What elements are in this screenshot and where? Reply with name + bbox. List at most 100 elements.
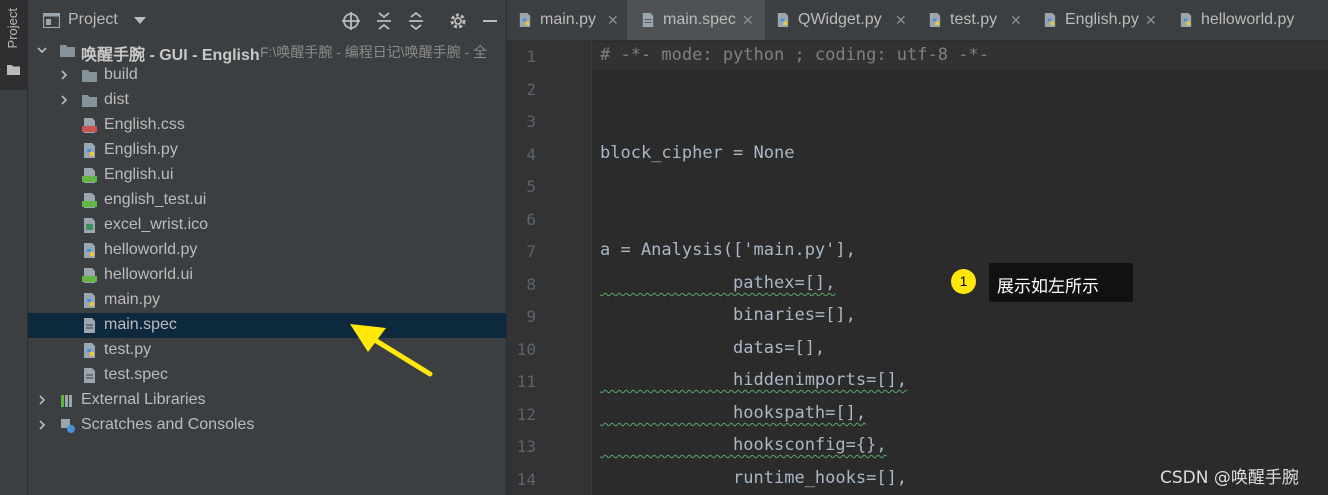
line-number: 10: [516, 340, 536, 359]
chevron-right-icon[interactable]: [58, 69, 70, 81]
tree-item-helloworld-py[interactable]: helloworld.py: [28, 238, 506, 263]
tree-item-label: test.spec: [104, 366, 169, 383]
tree-item-excel-wrist-ico[interactable]: excel_wrist.ico: [28, 213, 506, 238]
tab-qwidget-py[interactable]: QWidget.py ✕: [765, 0, 915, 40]
code-line[interactable]: hiddenimports=[],: [600, 370, 907, 390]
tree-item-label: test.py: [104, 341, 152, 358]
tree-item-root[interactable]: 唤醒手腕 - GUI - English F:\唤醒手腕 - 编程日记\唤醒手腕…: [28, 38, 506, 64]
chevron-right-icon[interactable]: [58, 94, 70, 106]
line-number: 12: [516, 405, 536, 424]
code-line[interactable]: binaries=[],: [600, 305, 856, 325]
code-line[interactable]: hooksconfig={},: [600, 435, 887, 455]
project-tool-tab-label: Project: [5, 8, 20, 49]
python-file-icon: [519, 12, 531, 28]
tree-item-label: excel_wrist.ico: [104, 216, 209, 233]
qt-file-icon: [82, 268, 97, 283]
callout-text: 展示如左所示: [997, 277, 1099, 297]
line-number: 5: [526, 177, 536, 196]
code-line[interactable]: block_cipher = None: [600, 143, 794, 163]
tab-label: main.spec: [663, 11, 736, 28]
line-number-gutter: [507, 41, 591, 495]
tree-item-build[interactable]: build: [28, 63, 506, 88]
tab-main-spec[interactable]: main.spec ✕: [627, 0, 765, 40]
tree-item-label: main.spec: [104, 316, 177, 333]
line-number: 8: [526, 275, 536, 294]
project-panel-header: Project: [28, 0, 506, 40]
css-file-icon: [82, 118, 97, 133]
code-line[interactable]: # -*- mode: python ; coding: utf-8 -*-: [600, 45, 989, 65]
close-icon[interactable]: ✕: [1145, 13, 1157, 29]
text-file-icon: [84, 318, 95, 333]
tree-item-english-ui[interactable]: English.ui: [28, 163, 506, 188]
python-file-icon: [929, 12, 941, 28]
close-icon[interactable]: ✕: [742, 13, 754, 29]
tab-test-py[interactable]: test.py ✕: [917, 0, 1032, 40]
tree-item-helloworld-ui[interactable]: helloworld.ui: [28, 263, 506, 288]
line-number: 14: [516, 470, 536, 489]
chevron-down-icon[interactable]: [134, 17, 146, 24]
tab-label: helloworld.py: [1201, 11, 1295, 28]
line-number: 4: [526, 145, 536, 164]
folder-icon: [60, 45, 75, 57]
line-number: 9: [526, 307, 536, 326]
code-line[interactable]: hookspath=[],: [600, 403, 866, 423]
chevron-down-icon[interactable]: [36, 44, 48, 56]
gutter-divider: [591, 41, 592, 495]
chevron-right-icon[interactable]: [36, 419, 48, 431]
code-line[interactable]: runtime_hooks=[],: [600, 468, 907, 488]
tree-item-dist[interactable]: dist: [28, 88, 506, 113]
python-file-icon: [84, 243, 95, 258]
code-line[interactable]: a = Analysis(['main.py'],: [600, 240, 856, 260]
tree-item-external-libraries[interactable]: External Libraries: [28, 388, 506, 413]
tree-item-label: main.py: [104, 291, 161, 308]
line-number: 11: [516, 372, 536, 391]
tree-item-label: build: [104, 66, 138, 83]
scratches-icon: [61, 419, 75, 433]
project-panel-title[interactable]: Project: [68, 11, 118, 29]
locate-target-icon[interactable]: [341, 11, 361, 31]
close-icon[interactable]: ✕: [607, 13, 619, 29]
tree-item-english-py[interactable]: English.py: [28, 138, 506, 163]
python-file-icon: [84, 343, 95, 358]
text-file-icon: [642, 12, 654, 28]
line-number: 3: [526, 112, 536, 131]
python-file-icon: [777, 12, 789, 28]
tab-label: main.py: [540, 11, 597, 28]
gear-icon[interactable]: [448, 11, 468, 31]
line-number: 1: [526, 47, 536, 66]
minimize-icon[interactable]: [480, 11, 500, 31]
tree-item-label: English.ui: [104, 166, 174, 183]
annotation-arrow-icon: [350, 324, 433, 377]
tree-item-main-py[interactable]: main.py: [28, 288, 506, 313]
collapse-all-icon[interactable]: [406, 11, 426, 31]
tab-label: English.py: [1065, 11, 1139, 28]
line-number: 6: [526, 210, 536, 229]
expand-all-icon[interactable]: [374, 11, 394, 31]
project-panel: Project 唤醒手腕 - GUI - English F:\唤醒手腕 - 编…: [28, 0, 506, 495]
code-line[interactable]: datas=[],: [600, 338, 825, 358]
code-editor: main.py ✕ main.spec ✕ QWidget.py ✕ test.…: [507, 0, 1328, 495]
folder-icon: [82, 70, 97, 82]
tree-item-scratches[interactable]: Scratches and Consoles: [28, 413, 506, 438]
tab-label: test.py: [950, 11, 998, 28]
line-number: 7: [526, 242, 536, 261]
project-tool-tab[interactable]: Project: [0, 0, 27, 90]
callout-number-badge: 1: [951, 269, 976, 294]
tab-helloworld-py[interactable]: helloworld.py: [1168, 0, 1328, 40]
code-line[interactable]: pathex=[],: [600, 273, 835, 293]
tree-item-label: English.py: [104, 141, 178, 158]
close-icon[interactable]: ✕: [1010, 13, 1022, 29]
close-icon[interactable]: ✕: [895, 13, 907, 29]
library-icon: [61, 395, 72, 407]
tab-main-py[interactable]: main.py ✕: [507, 0, 625, 40]
chevron-right-icon[interactable]: [36, 394, 48, 406]
tool-window-strip: Project: [0, 0, 28, 495]
tree-item-english-css[interactable]: English.css: [28, 113, 506, 138]
tab-english-py[interactable]: English.py ✕: [1032, 0, 1167, 40]
python-file-icon: [1180, 12, 1192, 28]
text-file-icon: [84, 368, 95, 383]
tree-item-label: 唤醒手腕 - GUI - English: [81, 47, 260, 64]
tree-item-label: dist: [104, 91, 129, 108]
tree-item-english-test-ui[interactable]: english_test.ui: [28, 188, 506, 213]
qt-file-icon: [82, 193, 97, 208]
